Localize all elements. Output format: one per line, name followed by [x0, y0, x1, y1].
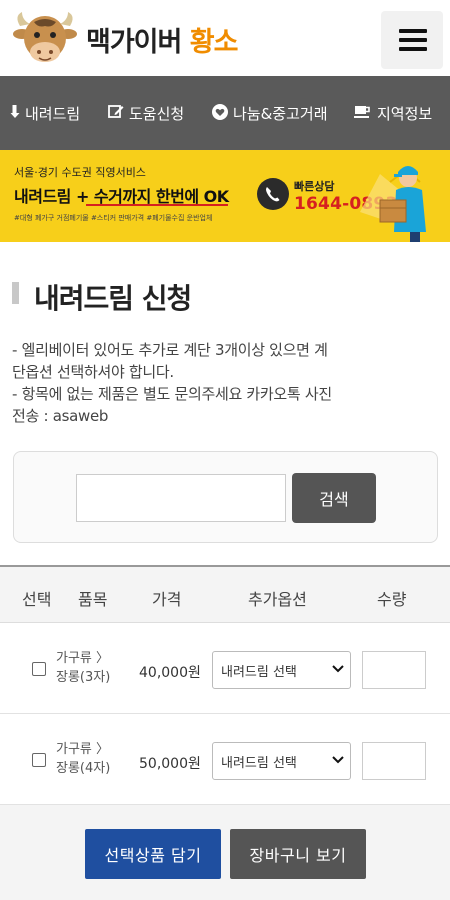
column-header-select: 선택 [22, 590, 52, 609]
main-nav: 내려드림 도움신청 나눔&중고거래 지역정보 [0, 76, 450, 150]
item-name: 가구류 〉 장롱(3자) [56, 649, 126, 687]
option-select[interactable]: 내려드림 선택 [212, 651, 351, 689]
promo-banner[interactable]: 서울·경기 수도권 직영서비스 내려드림 + 수거까지 한번에 OK #대형 폐… [0, 150, 450, 242]
notice-line: - 항목에 없는 제품은 별도 문의주세요 카카오톡 사진 [12, 385, 332, 403]
arrow-down-icon [10, 104, 20, 123]
row-select-checkbox[interactable] [32, 662, 46, 676]
quantity-input[interactable] [362, 742, 426, 780]
nav-item-sharing[interactable]: 나눔&중고거래 [212, 103, 328, 124]
nav-item-label: 나눔&중고거래 [233, 105, 328, 123]
heart-icon [212, 103, 228, 124]
edit-icon [108, 104, 124, 123]
table-row: 가구류 〉 장롱(3자) 40,000원 내려드림 선택 [0, 624, 450, 714]
search-button[interactable]: 검색 [292, 473, 376, 523]
column-header-option: 추가옵션 [248, 590, 307, 609]
nav-item-local-info[interactable]: 지역정보 [354, 103, 432, 124]
title-accent-bar [12, 282, 19, 304]
banner-tags: #대형 폐가구 거점폐기물 #스티커 판매가격 #폐기물수집 운반업체 [14, 214, 213, 222]
search-input[interactable] [76, 474, 286, 522]
nav-item-label: 도움신청 [129, 105, 185, 123]
nav-item-naeryeodeurim[interactable]: 내려드림 [10, 103, 80, 124]
item-category: 가구류 〉 [56, 651, 110, 666]
brand-name-part1: 맥가이버 [86, 27, 182, 58]
item-title: 장롱(4자) [56, 761, 111, 776]
option-select-value: 내려드림 선택 [221, 664, 297, 680]
view-cart-button[interactable]: 장바구니 보기 [230, 829, 366, 879]
column-header-item: 품목 [78, 590, 108, 609]
nav-item-help-request[interactable]: 도움신청 [108, 103, 184, 124]
nav-item-label: 내려드림 [25, 105, 81, 123]
add-selected-button[interactable]: 선택상품 담기 [85, 829, 221, 879]
page-title: 내려드림 신청 [34, 282, 192, 315]
search-panel: 검색 [13, 451, 438, 543]
notice-line: 단옵션 선택하셔야 합니다. [12, 363, 174, 381]
delivery-person-illustration [350, 152, 446, 242]
bottom-action-bar: 선택상품 담기 장바구니 보기 [0, 805, 450, 900]
banner-subtitle: 서울·경기 수도권 직영서비스 [14, 166, 146, 179]
header: 맥가이버 황소 [0, 0, 450, 76]
bull-logo-icon[interactable] [12, 8, 78, 68]
item-price: 50,000원 [139, 756, 201, 772]
chevron-down-icon [332, 661, 344, 681]
column-header-quantity: 수량 [377, 590, 407, 609]
row-select-checkbox[interactable] [32, 753, 46, 767]
table-row: 가구류 〉 장롱(4자) 50,000원 내려드림 선택 [0, 715, 450, 805]
chevron-down-icon [332, 752, 344, 772]
item-name: 가구류 〉 장롱(4자) [56, 740, 126, 778]
banner-underline [86, 204, 228, 206]
notice-line: 전송 : asaweb [12, 407, 109, 425]
item-category: 가구류 〉 [56, 742, 110, 757]
option-select[interactable]: 내려드림 선택 [212, 742, 351, 780]
notice-line: - 엘리베이터 있어도 추가로 계단 3개이상 있으면 계 [12, 341, 328, 359]
quantity-input[interactable] [362, 651, 426, 689]
column-header-price: 가격 [152, 590, 182, 609]
item-price: 40,000원 [139, 665, 201, 681]
item-title: 장롱(3자) [56, 670, 111, 685]
table-header: 선택 품목 가격 추가옵션 수량 [0, 565, 450, 623]
banner-phone-label: 빠른상담 [294, 180, 335, 193]
brand-name-part2: 황소 [189, 27, 239, 58]
nav-item-label: 지역정보 [377, 105, 433, 123]
coffee-cup-icon [354, 105, 372, 123]
option-select-value: 내려드림 선택 [221, 755, 297, 771]
phone-icon [256, 177, 290, 215]
brand-name[interactable]: 맥가이버 황소 [86, 20, 239, 59]
notice-text: - 엘리베이터 있어도 추가로 계단 3개이상 있으면 계 단옵션 선택하셔야 … [12, 339, 440, 427]
hamburger-menu-icon[interactable] [381, 11, 443, 69]
